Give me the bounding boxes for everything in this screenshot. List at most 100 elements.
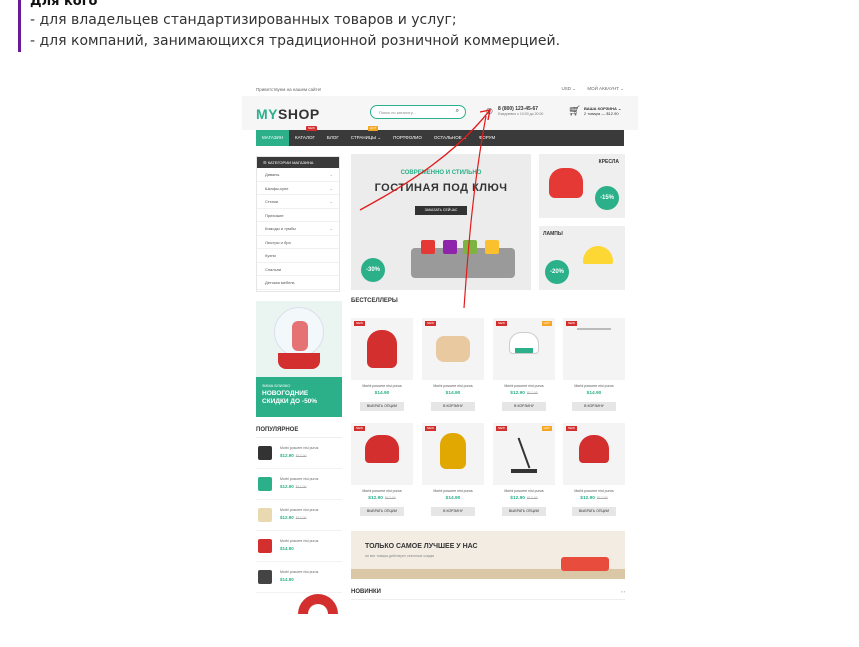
bestsellers-title: БЕСТСЕЛЛЕРЫ [351,298,398,304]
category-item[interactable]: Диваны ⌄ [257,168,339,182]
product-card[interactable]: NEW Morbi posuere nisi purus $14.90 ВЫБР… [351,318,413,416]
new-badge: NEW [354,321,365,326]
add-to-cart-button[interactable]: В КОРЗИНУ [502,402,546,411]
hot-badge: HOT [541,321,552,326]
nav-item-portfolio[interactable]: ПОРТФОЛИО [387,130,428,146]
nav-item-forum[interactable]: ФОРУМ [473,130,501,146]
pillow-image [421,240,435,254]
chevron-down-icon: ⌄ [329,172,333,177]
shop-topbar: Приветствуем на нашем сайте! USD ⌄ МОЙ А… [256,84,624,94]
cart-icon[interactable]: 🛒︎ [568,106,581,117]
nav-item-catalog[interactable]: КАТАЛОГ [289,130,321,146]
add-to-cart-button[interactable]: В КОРЗИНУ [572,402,616,411]
shop-header: MYSHOP Поиск по каталогу... ⌕ ✆ 8 (800) … [242,96,638,130]
product-thumb [258,570,272,584]
category-item[interactable]: Люстры и бра [257,236,339,249]
carousel-arrows[interactable]: ‹ › [621,589,625,594]
new-badge: NEW [496,426,507,431]
chevron-down-icon: ⌄ [329,199,333,204]
promo-big-text: НОВОГОДНИЕ СКИДКИ ДО -50% [262,390,318,405]
popular-item[interactable]: Morbi posuere nisi purus $12.90 $17.00 [256,469,342,500]
cart-summary: 2 товара — $12.90 [584,111,619,116]
product-thumb [258,508,272,522]
phone-icon: ✆ [486,107,493,116]
choose-options-button[interactable]: ВЫБРАТЬ ОПЦИИ [360,402,404,411]
lamp-image [583,246,613,264]
shop-logo[interactable]: MYSHOP [256,106,320,122]
product-card[interactable]: NEW Morbi posuere nisi purus $14.90 В КО… [563,318,625,416]
category-item[interactable]: Детская мебель [257,276,339,290]
promo-banner[interactable]: ЗИМА БЛИЗКО НОВОГОДНИЕ СКИДКИ ДО -50% [256,301,342,417]
product-card[interactable]: NEW HOT Morbi posuere nisi purus $12.90 $… [493,318,555,416]
product-card[interactable]: NEW Morbi posuere nisi purus $14.90 В КО… [422,423,484,521]
nav-item-other[interactable]: ОСТАЛЬНОЕ ⌄ [428,130,473,146]
product-card[interactable]: NEW Morbi posuere nisi purus $12.90 $17.0… [563,423,625,521]
pillow-image [485,240,499,254]
toy-figure-image [292,321,308,351]
popular-item[interactable]: Morbi posuere nisi purus $14.90 [256,562,342,593]
nav-item-pages[interactable]: СТРАНИЦЫ ⌄ [345,130,387,146]
shop-screenshot: Приветствуем на нашем сайте! USD ⌄ МОЙ А… [242,82,638,614]
new-badge: NEW [425,321,436,326]
category-item[interactable]: Стенки ⌄ [257,195,339,209]
hero-slider[interactable]: СОВРЕМЕННО И СТИЛЬНО ГОСТИНАЯ ПОД КЛЮЧ З… [351,154,531,290]
intro-line-1: - для владельцев стандартизированных тов… [30,12,457,28]
red-disc-image [298,594,338,614]
nav-hot-badge: HOT [368,126,379,131]
categories-title: ☰ КАТЕГОРИИ МАГАЗИНА [257,157,339,168]
product-image [436,336,470,362]
welcome-text: Приветствуем на нашем сайте! [256,86,322,92]
chevron-down-icon: ⌄ [329,185,333,191]
order-now-button[interactable]: ЗАКАЗАТЬ СЕЙЧАС [415,206,467,215]
product-image [579,435,609,463]
best-banner[interactable]: ТОЛЬКО САМОЕ ЛУЧШЕЕ У НАС на все товары … [351,531,625,579]
intro-title: Для кого [30,0,98,9]
new-badge: NEW [566,321,577,326]
popular-title: ПОПУЛЯРНОЕ [256,427,342,438]
banner-subtitle: на все товары действуют сезонные скидки [365,554,435,558]
new-badge: NEW [496,321,507,326]
product-thumb [258,539,272,553]
promo-small-text: ЗИМА БЛИЗКО [262,383,291,388]
product-card[interactable]: NEW HOT Morbi posuere nisi purus $12.90 $… [493,423,555,521]
new-badge: NEW [566,426,577,431]
add-to-cart-button[interactable]: В КОРЗИНУ [431,402,475,411]
search-input[interactable]: Поиск по каталогу... ⌕ [370,105,466,119]
choose-options-button[interactable]: ВЫБРАТЬ ОПЦИИ [572,507,616,516]
categories-menu: ☰ КАТЕГОРИИ МАГАЗИНА Диваны ⌄ Шкафы-купе ⌄… [256,156,340,292]
hot-badge: HOT [541,426,552,431]
intro-section: Для кого - для владельцев стандартизиров… [18,0,638,52]
tile-chairs[interactable]: КРЕСЛА -15% [539,154,625,218]
choose-options-button[interactable]: ВЫБРАТЬ ОПЦИИ [502,507,546,516]
tile-discount-badge: -15% [595,186,619,210]
account-menu[interactable]: МОЙ АККАУНТ ⌄ [587,86,624,91]
product-card[interactable]: NEW Morbi posuere nisi purus $12.90 $17.0… [351,423,413,521]
category-item[interactable]: Прихожие [257,209,339,222]
currency-select[interactable]: USD ⌄ [562,86,577,91]
popular-item[interactable]: Morbi posuere nisi purus $12.90 $17.00 [256,500,342,531]
add-to-cart-button[interactable]: В КОРЗИНУ [431,507,475,516]
choose-options-button[interactable]: ВЫБРАТЬ ОПЦИИ [360,507,404,516]
nav-item-shop[interactable]: МАГАЗИН [256,130,290,146]
chair-image [549,168,583,198]
category-item[interactable]: Комоды и тумбы ⌄ [257,222,339,236]
cart-block[interactable]: 🛒︎ ВАША КОРЗИНА ⌄ 2 товара — $12.90 [568,106,621,117]
hero-discount-badge: -30% [361,258,385,282]
category-item[interactable]: Спальни [257,263,339,276]
product-image [365,435,399,463]
popular-item[interactable]: Morbi posuere nisi purus $12.90 $17.00 [256,438,342,469]
phone-hours: Ежедневно с 10:00 до 20:00 [498,112,544,116]
chevron-down-icon: ⌄ [329,226,333,231]
category-item[interactable]: Шкафы-купе ⌄ [257,182,339,195]
popular-item[interactable]: Morbi posuere nisi purus $14.90 [256,531,342,562]
category-item[interactable]: Кухни [257,249,339,263]
product-image [367,330,397,368]
search-icon[interactable]: ⌕ [456,108,459,115]
popular-list: ПОПУЛЯРНОЕ Morbi posuere nisi purus $12.9… [256,427,342,593]
nav-item-blog[interactable]: БЛОГ [321,130,345,146]
nav-new-badge: NEW [306,126,317,131]
tile-label: КРЕСЛА [598,159,619,165]
banner-sofa-image [561,557,609,571]
product-card[interactable]: NEW Morbi posuere nisi purus $14.90 В КО… [422,318,484,416]
tile-lamps[interactable]: ЛАМПЫ -20% [539,226,625,290]
